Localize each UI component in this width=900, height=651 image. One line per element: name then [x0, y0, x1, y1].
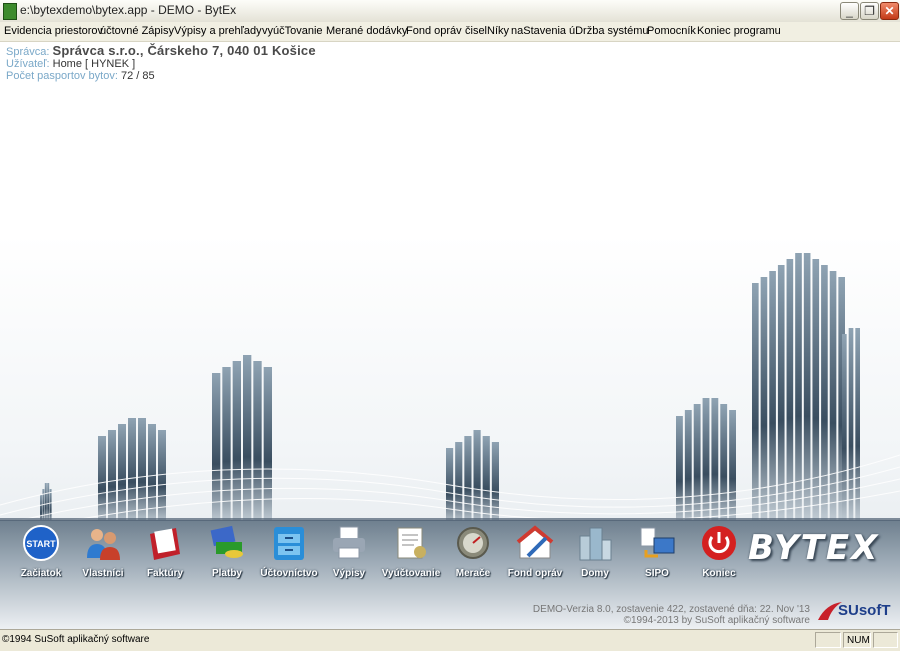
statements-button[interactable]: Výpisy [317, 520, 381, 595]
sipo-icon [640, 527, 675, 558]
billing-icon [397, 527, 426, 559]
menu-vypisy[interactable]: Výpisy a prehľady [174, 25, 262, 37]
spravca-row: Správca: Správca s.r.o., Čárskeho 7, 040… [6, 43, 316, 58]
bytex-logo: BYTEX [748, 528, 880, 568]
menu-koniec-programu[interactable]: Koniec programu [697, 25, 781, 37]
menu-vyuctovanie[interactable]: vyúčTovanie [262, 25, 323, 37]
version-info: DEMO-Verzia 8.0, zostavenie 422, zostave… [533, 604, 810, 626]
status-pane-num: NUM [843, 632, 871, 648]
menu-pomocnik[interactable]: Pomocník [647, 25, 696, 37]
status-bar: ©1994 SuSoft aplikačný software NUM [0, 629, 900, 651]
owners-icon [87, 529, 120, 560]
version-line: DEMO-Verzia 8.0, zostavenie 422, zostave… [532, 604, 810, 615]
uzivatel-value: Home [ HYNEK ] [52, 58, 136, 70]
minimize-button[interactable]: _ [840, 2, 859, 20]
uzivatel-label: Užívateľ: [6, 58, 50, 70]
pasporty-row: Počet pasportov bytov: 72 / 85 [6, 70, 155, 82]
status-text: ©1994 SuSoft aplikačný software [2, 634, 150, 645]
status-pane-caps [815, 632, 841, 648]
owners-button[interactable]: Vlastníci [71, 520, 135, 595]
menu-nastavenia[interactable]: naStavenia [511, 25, 566, 37]
menu-ciselniky[interactable]: čiselNíky [465, 25, 509, 37]
invoices-button[interactable]: Faktúry [133, 520, 197, 595]
houses-icon [579, 527, 612, 561]
app-icon [3, 3, 17, 20]
maximize-button[interactable]: ❐ [860, 2, 879, 20]
start-icon: START [23, 525, 59, 561]
menu-evidencia[interactable]: Evidencia priestorov [4, 25, 103, 37]
pasporty-value: 72 / 85 [120, 70, 155, 82]
billing-button[interactable]: Vyúčtovanie [379, 520, 443, 595]
menu-uctovne-zapisy[interactable]: účtovné Zápisy [100, 25, 174, 37]
menu-udrzba-systemu[interactable]: úDržba systému [569, 25, 648, 37]
window-title: e:\bytexdemo\bytex.app - DEMO - BytEx [20, 3, 237, 17]
spravca-label: Správca: [6, 46, 50, 58]
meters-icon [457, 527, 489, 559]
exit-label: Koniec [702, 568, 736, 579]
spravca-value: Správca s.r.o., Čárskeho 7, 040 01 Košic… [52, 43, 316, 58]
invoices-icon [150, 528, 180, 560]
repair-fund-button[interactable]: Fond opráv [503, 520, 567, 595]
accounting-button[interactable]: Účtovníctvo [257, 520, 321, 595]
title-bar: e:\bytexdemo\bytex.app - DEMO - BytEx _ … [0, 0, 900, 23]
susoft-logo: SUsofT [818, 602, 891, 620]
sipo-button[interactable]: SIPO [625, 520, 689, 595]
payments-button[interactable]: Platby [195, 520, 259, 595]
meters-button[interactable]: Merače [441, 520, 505, 595]
houses-button[interactable]: Domy [563, 520, 627, 595]
start-button[interactable]: START Začiatok [9, 520, 73, 595]
close-button[interactable]: ✕ [880, 2, 899, 20]
payments-icon [210, 525, 243, 558]
copyright-line: ©1994-2013 by SuSoft aplikačný software [623, 615, 810, 626]
svg-text:START: START [26, 539, 56, 549]
menu-bar: Evidencia priestorov účtovné Zápisy Výpi… [0, 22, 900, 42]
power-icon [702, 526, 736, 560]
svg-text:SUsofT: SUsofT [838, 602, 891, 619]
pasporty-label: Počet pasportov bytov: [6, 70, 118, 82]
repair-fund-icon [516, 525, 554, 559]
printer-icon [333, 526, 365, 559]
menu-fond-oprav[interactable]: Fond opráv [406, 25, 462, 37]
menu-merane-dodavky[interactable]: Merané dodávky [326, 25, 407, 37]
status-pane-scroll [873, 632, 898, 648]
uzivatel-row: Užívateľ: Home [ HYNEK ] [6, 58, 135, 70]
exit-button[interactable]: Koniec [687, 520, 751, 595]
accounting-icon [274, 527, 304, 560]
